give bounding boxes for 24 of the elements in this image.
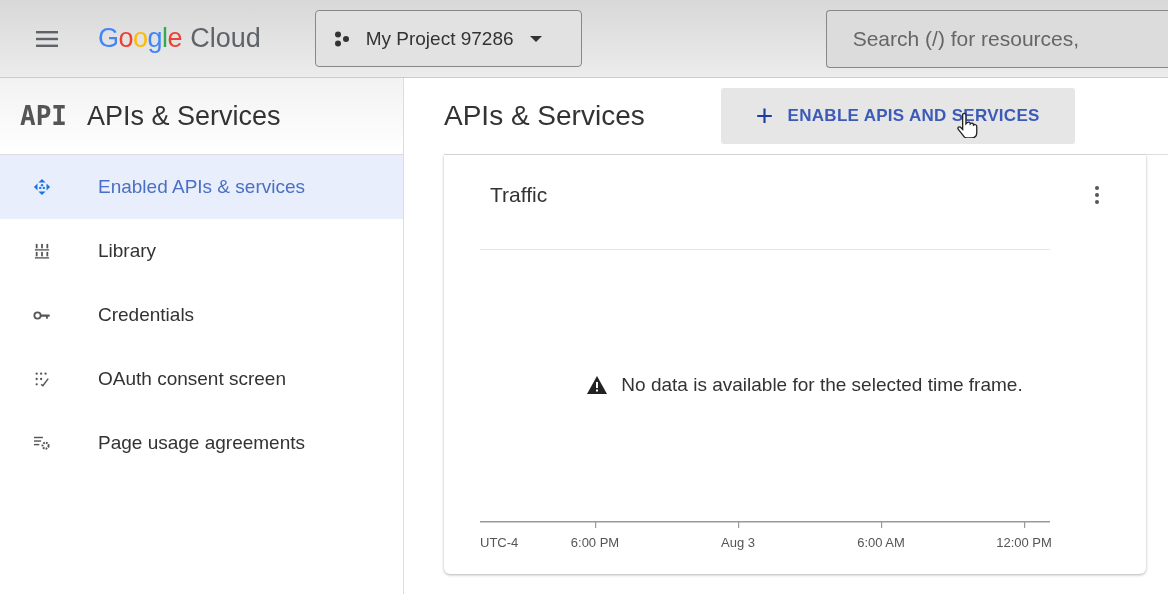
enable-apis-button[interactable]: + ENABLE APIS AND SERVICES — [720, 88, 1075, 144]
product-name[interactable]: Cloud — [190, 23, 261, 54]
sidebar-item[interactable]: Enabled APIs & services — [0, 155, 403, 219]
page-title: APIs & Services — [444, 100, 645, 132]
sidebar-item[interactable]: Page usage agreements — [0, 411, 403, 475]
project-icon — [333, 30, 350, 47]
axis-label: 12:00 PM — [996, 535, 1052, 550]
axis-label: 6:00 PM — [570, 535, 620, 550]
warning-icon — [587, 376, 608, 394]
card-title: Traffic — [490, 183, 548, 207]
no-data-message: No data is available for the selected time frame. — [621, 374, 1023, 396]
axis-label: UTC-4 — [480, 535, 519, 550]
more-options-icon[interactable] — [1094, 185, 1100, 205]
search-field[interactable]: Search (/) for resources, — [825, 9, 1168, 68]
sidebar-item[interactable]: Credentials — [0, 283, 403, 347]
project-picker[interactable]: My Project 97286 — [314, 10, 582, 67]
axis-label: Aug 3 — [721, 535, 755, 550]
sidebar-item[interactable]: OAuth consent screen — [0, 347, 403, 411]
caret-icon — [529, 35, 542, 42]
sidebar-title: APIs & Services — [86, 100, 281, 132]
axis-label: 6:00 AM — [857, 535, 905, 550]
api-logo: API — [20, 101, 67, 131]
menu-icon[interactable] — [36, 30, 58, 47]
sidebar-item[interactable]: Library — [0, 219, 403, 283]
